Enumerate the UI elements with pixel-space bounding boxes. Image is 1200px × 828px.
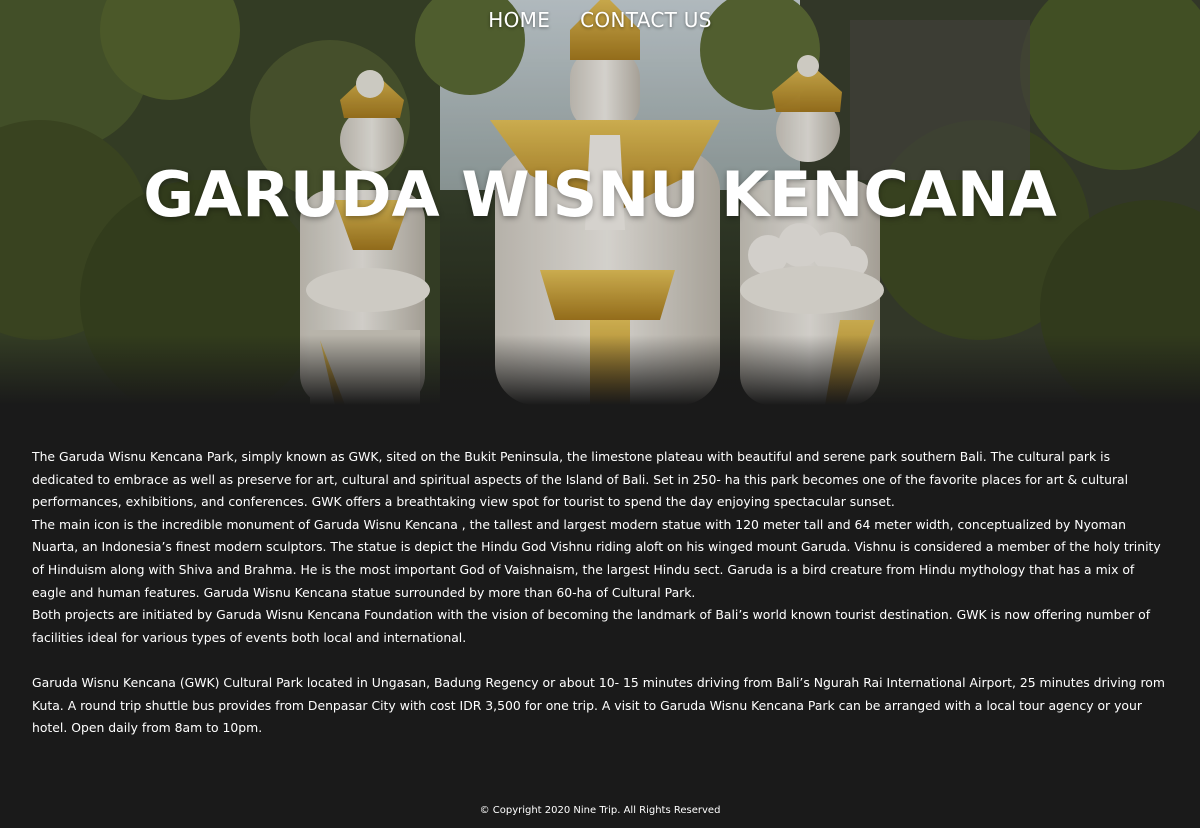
- footer-copyright: © Copyright 2020 Nine Trip. All Rights R…: [479, 805, 721, 816]
- nav-home-link[interactable]: HOME: [488, 8, 550, 32]
- nav-contact-us-link[interactable]: CONTACT US: [580, 8, 712, 32]
- hero-banner: HOME CONTACT US GARUDA WISNU KENCANA: [0, 0, 1200, 405]
- paragraph-intro: The Garuda Wisnu Kencana Park, simply kn…: [32, 449, 1129, 510]
- paragraph-projects: Both projects are initiated by Garuda Wi…: [32, 607, 1151, 645]
- main-nav: HOME CONTACT US: [0, 8, 1200, 32]
- article-body: The Garuda Wisnu Kencana Park, simply kn…: [32, 446, 1172, 740]
- page-title: GARUDA WISNU KENCANA: [143, 158, 1057, 231]
- paragraph-location: Garuda Wisnu Kencana (GWK) Cultural Park…: [32, 674, 1165, 736]
- paragraph-main-icon: The main icon is the incredible monument…: [32, 516, 1161, 600]
